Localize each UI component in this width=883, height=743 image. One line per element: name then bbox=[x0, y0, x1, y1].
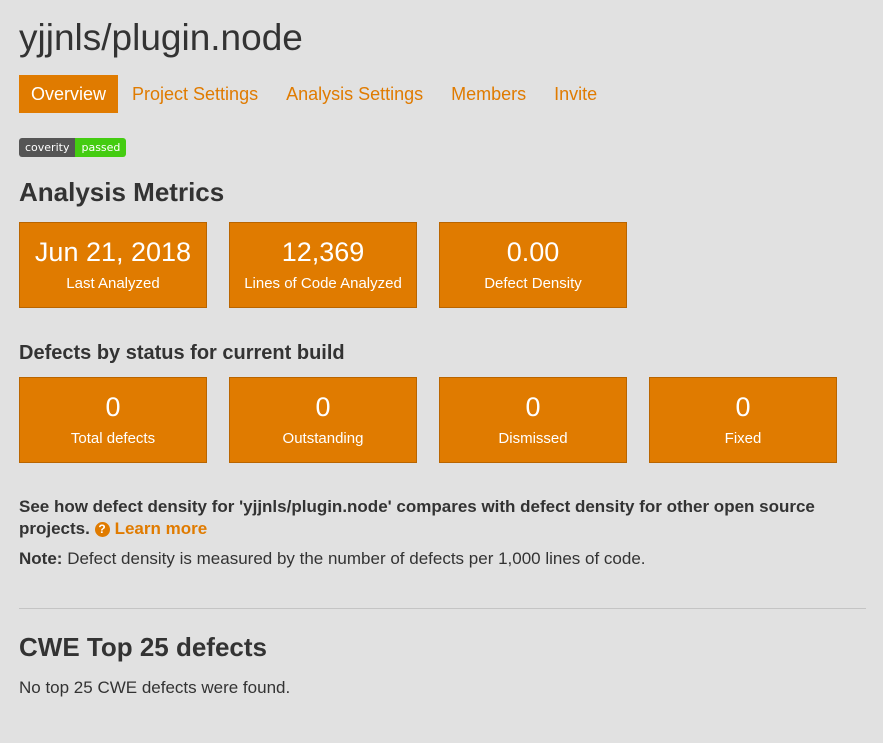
tab-members[interactable]: Members bbox=[437, 75, 540, 113]
tab-invite[interactable]: Invite bbox=[540, 75, 611, 113]
defect-tile-dismissed: 0 Dismissed bbox=[439, 377, 627, 463]
defect-count: 0 bbox=[315, 392, 331, 422]
defect-tile-outstanding: 0 Outstanding bbox=[229, 377, 417, 463]
cwe-top25-heading: CWE Top 25 defects bbox=[19, 632, 268, 662]
question-circle-icon: ? bbox=[94, 522, 110, 537]
tab-project-settings[interactable]: Project Settings bbox=[118, 75, 272, 113]
metric-tile-defect-density: 0.00 Defect Density bbox=[439, 222, 627, 308]
metric-label: Lines of Code Analyzed bbox=[244, 275, 402, 292]
learn-more-link[interactable]: ? Learn more bbox=[94, 519, 208, 538]
section-divider bbox=[19, 608, 866, 609]
nav-tabs: Overview Project Settings Analysis Setti… bbox=[19, 75, 611, 113]
density-comparison-text: See how defect density for 'yjjnls/plugi… bbox=[19, 496, 869, 540]
defect-tile-fixed: 0 Fixed bbox=[649, 377, 837, 463]
density-note: Note: Defect density is measured by the … bbox=[19, 548, 646, 570]
defect-label: Outstanding bbox=[282, 430, 364, 447]
defect-count: 0 bbox=[525, 392, 541, 422]
metric-value: 0.00 bbox=[506, 237, 560, 267]
project-overview-page: yjjnls/plugin.node Overview Project Sett… bbox=[0, 0, 883, 743]
defect-label: Fixed bbox=[724, 430, 762, 447]
metric-tile-last-analyzed: Jun 21, 2018 Last Analyzed bbox=[19, 222, 207, 308]
learn-more-label: Learn more bbox=[114, 519, 208, 538]
project-title: yjjnls/plugin.node bbox=[19, 17, 303, 58]
defect-count: 0 bbox=[105, 392, 121, 422]
metric-label: Defect Density bbox=[484, 275, 582, 292]
analysis-metrics-heading: Analysis Metrics bbox=[19, 177, 225, 207]
note-label: Note: bbox=[19, 549, 63, 568]
defect-tile-total: 0 Total defects bbox=[19, 377, 207, 463]
tab-overview[interactable]: Overview bbox=[19, 75, 119, 113]
tab-analysis-settings[interactable]: Analysis Settings bbox=[272, 75, 437, 113]
metric-value: Jun 21, 2018 bbox=[34, 237, 192, 267]
metric-value: 12,369 bbox=[281, 237, 365, 267]
defect-label: Dismissed bbox=[498, 430, 568, 447]
badge-status: passed bbox=[75, 138, 127, 157]
metric-label: Last Analyzed bbox=[66, 275, 160, 292]
coverity-status-badge[interactable]: coverity passed bbox=[19, 138, 127, 157]
cwe-top25-message: No top 25 CWE defects were found. bbox=[19, 678, 291, 697]
defects-by-status-heading: Defects by status for current build bbox=[19, 342, 345, 364]
badge-label: coverity bbox=[19, 138, 76, 157]
defect-label: Total defects bbox=[70, 430, 156, 447]
metric-tile-lines-of-code: 12,369 Lines of Code Analyzed bbox=[229, 222, 417, 308]
defect-count: 0 bbox=[735, 392, 751, 422]
note-text: Defect density is measured by the number… bbox=[67, 549, 646, 568]
